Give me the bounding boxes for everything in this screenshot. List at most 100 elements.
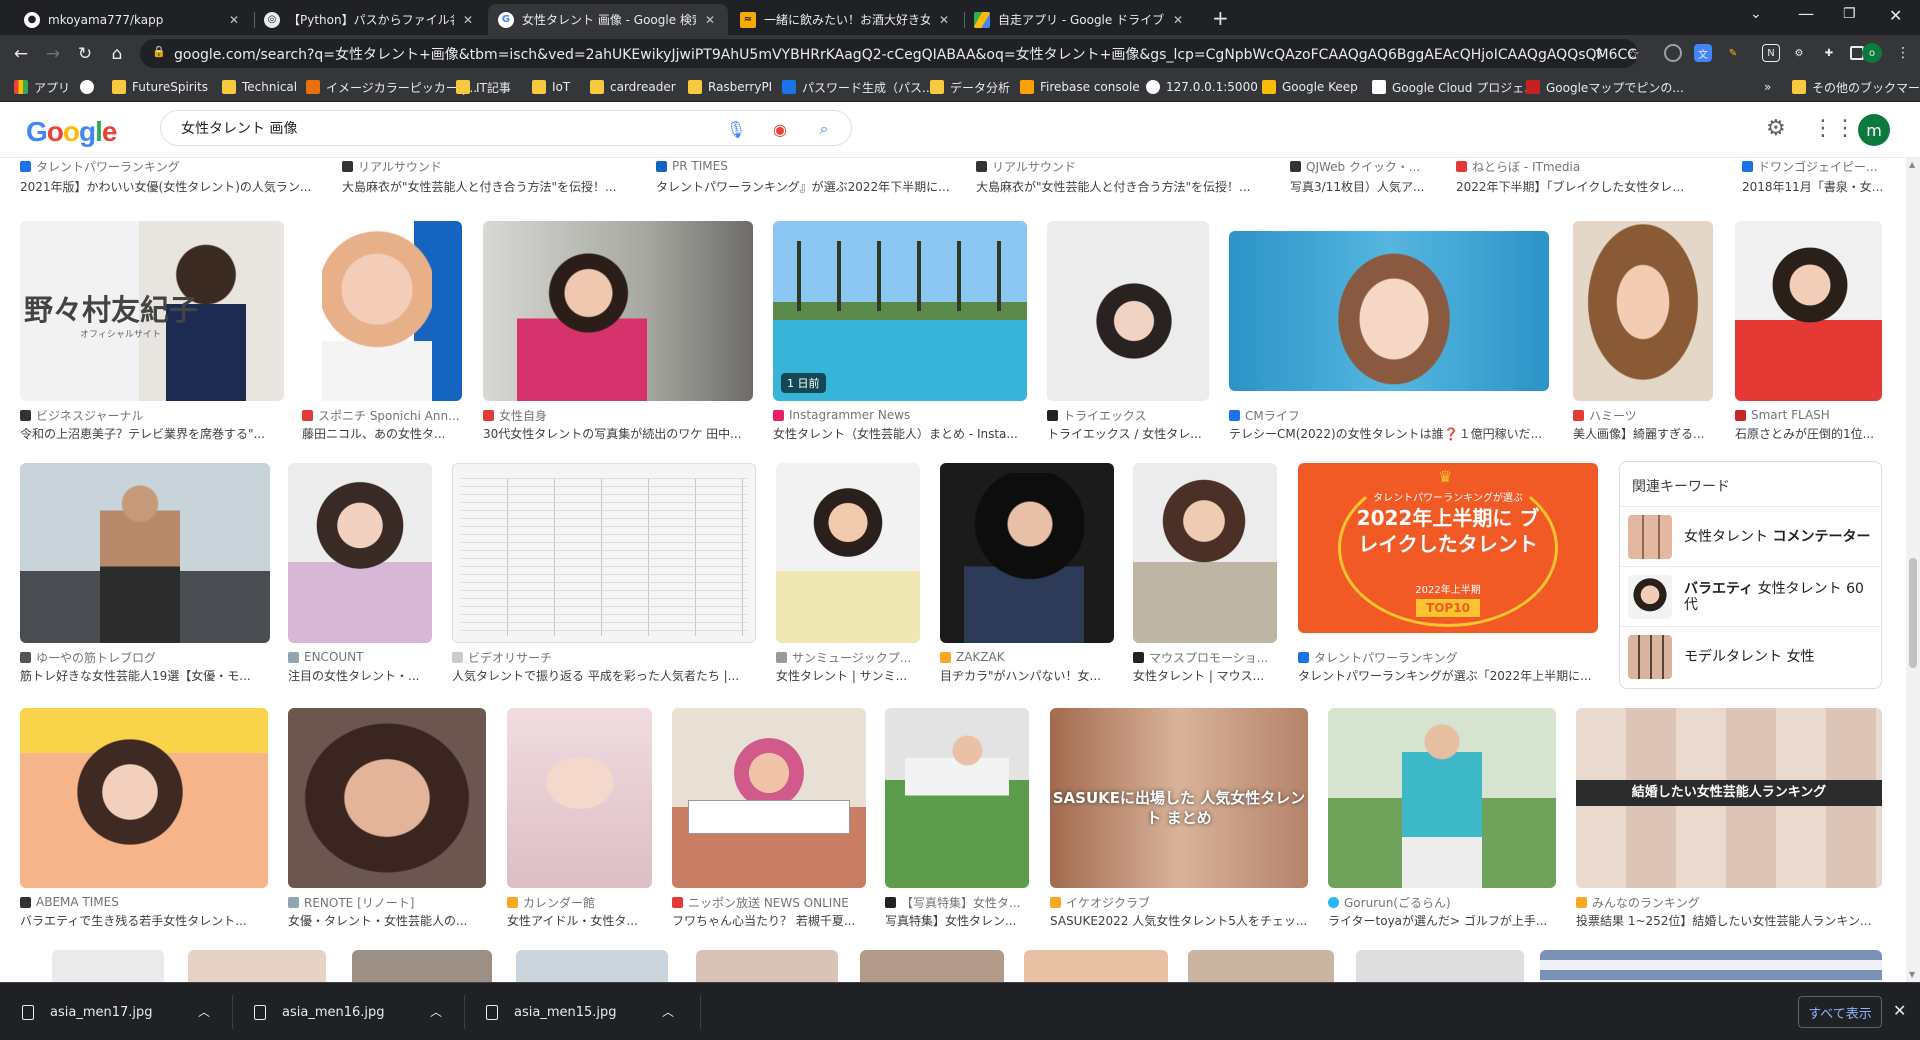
result-caption[interactable]: 2021年版】かわいい女優(女性タレント)の人気ラン... [20,178,320,194]
result-caption[interactable]: テレシーCM(2022)の女性タレントは誰❓１億円稼いだ... [1229,425,1549,441]
menu-kebab-icon[interactable]: ⋮ [1894,44,1912,62]
scroll-down-icon[interactable]: ▼ [1909,970,1915,979]
share-icon[interactable]: ⇪ [1586,41,1612,67]
notion-icon[interactable]: N [1762,44,1780,62]
download-item[interactable]: asia_men17.jpg ︿ [0,983,232,1040]
close-icon[interactable]: ✕ [936,13,952,27]
result-tile[interactable]: サンミュージックプ... 女性タレント | サンミ... [776,463,920,685]
related-item[interactable]: バラエティ 女性タレント 60代 [1620,566,1883,626]
result-caption[interactable]: バラエティで生き残る若手女性タレント... [20,912,268,928]
result-caption[interactable]: フワちゃん心当たり？ 若槻千夏... [672,912,866,928]
bookmark-it[interactable]: IT記事 [456,78,511,96]
result-image[interactable] [1356,950,1524,982]
scrollbar-thumb[interactable] [1909,558,1917,668]
result-tile[interactable]: ドワンゴジェイピー... 2018年11月「書泉・女... [1742,158,1888,200]
result-caption[interactable]: 注目の女性タレント・... [288,667,432,683]
result-tile[interactable]: ♛ タレントパワーランキングが選ぶ 2022年上半期に ブレイクしたタレント 2… [1298,463,1598,685]
result-image[interactable] [1735,221,1882,401]
result-image[interactable] [696,950,838,982]
result-image[interactable]: SASUKEに出場した 人気女性タレント まとめ [1050,708,1308,888]
related-item[interactable]: モデルタレント 女性 [1620,626,1883,686]
search-input[interactable]: 女性タレント 画像 [181,118,297,138]
result-image[interactable] [452,463,756,643]
tab-sake[interactable]: ≈ 一緒に飲みたい！お酒大好き女性タ ✕ [730,4,962,35]
close-icon[interactable]: ✕ [226,13,242,27]
bookmark-cardreader[interactable]: cardreader [590,78,676,96]
result-image[interactable] [1188,950,1334,982]
tab-drive[interactable]: 自走アプリ - Google ドライブ ✕ [964,4,1196,35]
download-item[interactable]: asia_men15.jpg ︿ [464,983,696,1040]
result-image[interactable] [288,708,486,888]
result-caption[interactable]: ライターtoyaが選んだ> ゴルフが上手... [1328,912,1556,928]
result-caption[interactable]: 2018年11月「書泉・女... [1742,178,1888,194]
result-caption[interactable]: 美人画像】綺麗すぎる... [1573,425,1713,441]
result-caption[interactable]: 2022年下半期】「ブレイクした女性タレント... [1456,178,1686,194]
result-tile[interactable]: Smart FLASH 石原さとみが圧倒的1位... [1735,221,1882,443]
bookmark-iot[interactable]: IoT [532,78,570,96]
apps-grid-icon[interactable]: ⋮⋮ [1812,116,1856,141]
download-item[interactable]: asia_men16.jpg ︿ [232,983,464,1040]
tab-google-search[interactable]: G 女性タレント 画像 - Google 検索 ✕ [488,4,728,35]
close-icon[interactable]: ✕ [702,13,718,27]
result-tile[interactable]: カレンダー館 女性アイドル・女性タ... [507,708,652,930]
result-caption[interactable]: 写真特集】女性タレン... [885,912,1029,928]
result-caption[interactable]: 藤田ニコル、あの女性タ... [302,425,462,441]
result-image[interactable] [1133,463,1277,643]
result-image[interactable] [1047,221,1209,401]
close-icon[interactable]: ✕ [1893,1001,1906,1020]
restore-icon[interactable]: ❐ [1843,6,1856,22]
page-scrollbar[interactable]: ▲ ▼ [1906,158,1920,982]
result-caption[interactable]: 女性タレント（女性芸能人）まとめ - Insta... [773,425,1027,441]
result-tile[interactable]: トライエックス トライエックス / 女性タレ... [1047,221,1209,443]
bookmark-star-icon[interactable]: ☆ [1620,41,1646,67]
mic-icon[interactable]: 🎙 [726,120,746,139]
result-caption[interactable]: 投票結果 1~252位】結婚したい女性芸能人ランキン... [1576,912,1882,928]
result-image[interactable]: 結婚したい女性芸能人ランキング [1576,708,1882,888]
close-icon[interactable]: ✕ [460,13,476,27]
camera-icon[interactable]: ◉ [771,120,789,139]
bookmark-apps[interactable]: アプリ [14,78,70,96]
bookmark-maps[interactable]: Googleマップでピンの... [1526,78,1684,96]
result-tile[interactable]: PR TIMES タレントパワーランキング』が選ぶ2022年下半期に... [656,158,976,200]
google-logo[interactable]: Google [26,116,117,148]
result-image[interactable]: 1 日前 [773,221,1027,401]
result-tile[interactable]: スポニチ Sponichi Ann... 藤田ニコル、あの女性タ... [302,221,462,443]
result-caption[interactable]: 目ヂカラ"がハンパない！女... [940,667,1114,683]
result-image[interactable]: 野々村友紀子 オフィシャルサイト [20,221,284,401]
bookmark-localhost[interactable]: 127.0.0.1:5000 [1146,78,1258,96]
result-caption[interactable]: 女性タレント | サンミ... [776,667,920,683]
bookmarks-overflow[interactable]: » [1764,78,1771,96]
result-tile[interactable]: 1 日前 Instagrammer News 女性タレント（女性芸能人）まとめ … [773,221,1027,443]
result-tile[interactable]: ハミーツ 美人画像】綺麗すぎる... [1573,221,1713,443]
close-icon[interactable]: ✕ [1170,13,1186,27]
result-image[interactable] [20,463,270,643]
chevron-up-icon[interactable]: ︿ [430,1003,442,1020]
chevron-up-icon[interactable]: ︿ [662,1003,674,1020]
result-tile[interactable]: リアルサウンド 大島麻衣が"女性芸能人と付き合う方法"を伝授！... [976,158,1276,200]
bookmark-colorpicker[interactable]: イメージカラーピッカー |... [306,78,477,96]
window-close-icon[interactable]: ✕ [1889,6,1902,25]
result-tile[interactable]: QJWeb クイック・... 写真3/11枚目）人気ア... [1290,158,1430,200]
result-tile[interactable]: ビデオリサーチ 人気タレントで振り返る 平成を彩った人気者たち |... [452,463,756,685]
result-image[interactable] [483,221,753,401]
result-caption[interactable]: 筋トレ好きな女性芸能人19選【女優・モ... [20,667,270,683]
tab-github[interactable]: ● mkoyama777/kapp ✕ [14,4,252,35]
result-image[interactable] [885,708,1029,888]
address-bar[interactable]: 🔒 google.com/search?q=女性タレント+画像&tbm=isch… [140,39,1638,68]
result-tile[interactable]: ABEMA TIMES バラエティで生き残る若手女性タレント... [20,708,268,930]
result-image[interactable] [20,708,268,888]
search-box[interactable]: 女性タレント 画像 🎙 ◉ ⌕ [160,110,852,146]
result-tile[interactable]: 女性自身 30代女性タレントの写真集が続出のワケ 田中... [483,221,753,443]
result-tile[interactable]: マウスプロモーショ... 女性タレント | マウス... [1133,463,1277,685]
bookmark-keep[interactable]: Google Keep [1262,78,1358,96]
bookmark-technical[interactable]: Technical [222,78,297,96]
scroll-up-icon[interactable]: ▲ [1909,160,1915,169]
result-tile[interactable]: ZAKZAK 目ヂカラ"がハンパない！女... [940,463,1114,685]
bookmark-github[interactable] [80,78,100,96]
result-tile[interactable]: CMライフ テレシーCM(2022)の女性タレントは誰❓１億円稼いだ... [1229,221,1549,443]
minimize-icon[interactable]: — [1798,4,1814,23]
forward-icon[interactable]: → [40,41,66,67]
translate-icon[interactable]: 文 [1694,44,1712,62]
result-tile[interactable]: 【写真特集】女性タ... 写真特集】女性タレン... [885,708,1029,930]
result-tile[interactable]: RENOTE [リノート] 女優・タレント・女性芸能人の... [288,708,486,930]
